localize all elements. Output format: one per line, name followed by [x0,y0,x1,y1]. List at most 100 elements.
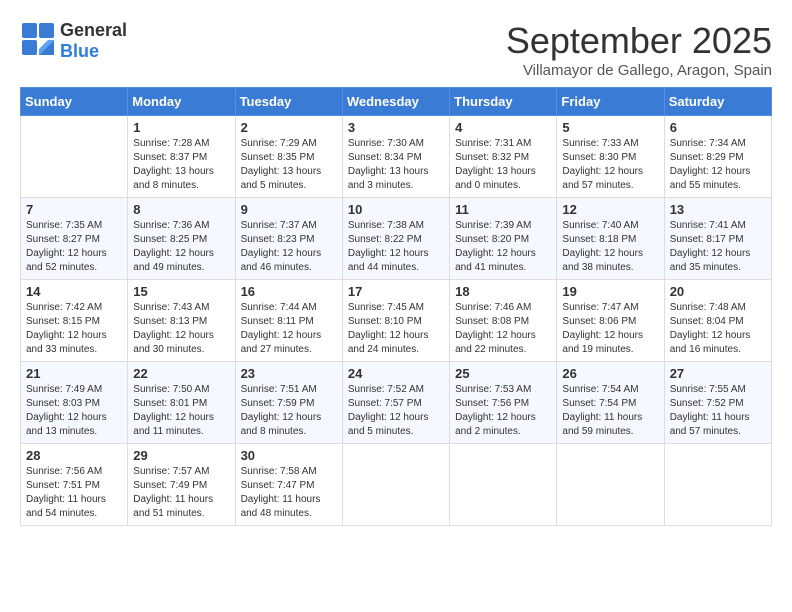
day-info: Sunrise: 7:57 AMSunset: 7:49 PMDaylight:… [133,465,229,521]
day-number: 18 [455,284,551,299]
logo-graphic [20,21,56,62]
day-info: Sunrise: 7:50 AMSunset: 8:01 PMDaylight:… [133,383,229,439]
calendar-cell: 10 Sunrise: 7:38 AMSunset: 8:22 PMDayligh… [342,198,449,280]
day-number: 16 [241,284,337,299]
day-number: 5 [562,120,658,135]
day-info: Sunrise: 7:40 AMSunset: 8:18 PMDaylight:… [562,219,658,275]
day-number: 27 [670,366,766,381]
day-number: 19 [562,284,658,299]
weekday-header-row: SundayMondayTuesdayWednesdayThursdayFrid… [21,88,772,116]
weekday-header-tuesday: Tuesday [235,88,342,116]
calendar-week-row: 14 Sunrise: 7:42 AMSunset: 8:15 PMDayligh… [21,280,772,362]
calendar-cell: 11 Sunrise: 7:39 AMSunset: 8:20 PMDayligh… [450,198,557,280]
day-info: Sunrise: 7:34 AMSunset: 8:29 PMDaylight:… [670,137,766,193]
weekday-header-saturday: Saturday [664,88,771,116]
calendar-cell: 5 Sunrise: 7:33 AMSunset: 8:30 PMDaylight… [557,116,664,198]
day-number: 23 [241,366,337,381]
calendar-week-row: 28Sunrise: 7:56 AMSunset: 7:51 PMDayligh… [21,444,772,526]
day-number: 22 [133,366,229,381]
calendar-week-row: 21Sunrise: 7:49 AMSunset: 8:03 PMDayligh… [21,362,772,444]
day-number: 6 [670,120,766,135]
calendar-cell [664,444,771,526]
calendar-cell: 27 Sunrise: 7:55 AMSunset: 7:52 PMDayligh… [664,362,771,444]
calendar-cell: 7 Sunrise: 7:35 AMSunset: 8:27 PMDaylight… [21,198,128,280]
day-number: 3 [348,120,444,135]
day-info: Sunrise: 7:31 AMSunset: 8:32 PMDaylight:… [455,137,551,193]
day-info: Sunrise: 7:42 AMSunset: 8:15 PMDaylight:… [26,301,122,357]
day-number: 15 [133,284,229,299]
day-info: Sunrise: 7:58 AMSunset: 7:47 PMDaylight:… [241,465,337,521]
calendar-cell: 1 Sunrise: 7:28 AMSunset: 8:37 PMDaylight… [128,116,235,198]
calendar-cell: 14 Sunrise: 7:42 AMSunset: 8:15 PMDayligh… [21,280,128,362]
day-info: Sunrise: 7:49 AMSunset: 8:03 PMDaylight:… [26,383,122,439]
day-info: Sunrise: 7:41 AMSunset: 8:17 PMDaylight:… [670,219,766,275]
calendar-cell: 17 Sunrise: 7:45 AMSunset: 8:10 PMDayligh… [342,280,449,362]
day-info: Sunrise: 7:48 AMSunset: 8:04 PMDaylight:… [670,301,766,357]
logo: General Blue [20,20,127,62]
day-number: 26 [562,366,658,381]
day-number: 9 [241,202,337,217]
day-number: 7 [26,202,122,217]
calendar-cell: 30Sunrise: 7:58 AMSunset: 7:47 PMDayligh… [235,444,342,526]
calendar-cell: 12Sunrise: 7:40 AMSunset: 8:18 PMDayligh… [557,198,664,280]
day-number: 14 [26,284,122,299]
day-info: Sunrise: 7:28 AMSunset: 8:37 PMDaylight:… [133,137,229,193]
day-info: Sunrise: 7:38 AMSunset: 8:22 PMDaylight:… [348,219,444,275]
day-info: Sunrise: 7:52 AMSunset: 7:57 PMDaylight:… [348,383,444,439]
calendar-cell [557,444,664,526]
calendar-cell: 16Sunrise: 7:44 AMSunset: 8:11 PMDayligh… [235,280,342,362]
calendar-cell: 19Sunrise: 7:47 AMSunset: 8:06 PMDayligh… [557,280,664,362]
day-number: 1 [133,120,229,135]
location-subtitle: Villamayor de Gallego, Aragon, Spain [506,62,772,79]
day-info: Sunrise: 7:33 AMSunset: 8:30 PMDaylight:… [562,137,658,193]
day-info: Sunrise: 7:43 AMSunset: 8:13 PMDaylight:… [133,301,229,357]
day-info: Sunrise: 7:36 AMSunset: 8:25 PMDaylight:… [133,219,229,275]
day-number: 29 [133,448,229,463]
calendar-cell: 28Sunrise: 7:56 AMSunset: 7:51 PMDayligh… [21,444,128,526]
day-info: Sunrise: 7:51 AMSunset: 7:59 PMDaylight:… [241,383,337,439]
calendar-cell [342,444,449,526]
day-number: 25 [455,366,551,381]
logo-blue: Blue [60,41,99,61]
weekday-header-sunday: Sunday [21,88,128,116]
weekday-header-thursday: Thursday [450,88,557,116]
calendar-cell: 8Sunrise: 7:36 AMSunset: 8:25 PMDaylight… [128,198,235,280]
calendar-cell: 4 Sunrise: 7:31 AMSunset: 8:32 PMDaylight… [450,116,557,198]
calendar-cell [21,116,128,198]
calendar-cell: 20 Sunrise: 7:48 AMSunset: 8:04 PMDayligh… [664,280,771,362]
calendar-cell [450,444,557,526]
calendar-cell: 29 Sunrise: 7:57 AMSunset: 7:49 PMDayligh… [128,444,235,526]
day-number: 17 [348,284,444,299]
day-info: Sunrise: 7:30 AMSunset: 8:34 PMDaylight:… [348,137,444,193]
calendar-cell: 18 Sunrise: 7:46 AMSunset: 8:08 PMDayligh… [450,280,557,362]
day-info: Sunrise: 7:54 AMSunset: 7:54 PMDaylight:… [562,383,658,439]
calendar-cell: 22 Sunrise: 7:50 AMSunset: 8:01 PMDayligh… [128,362,235,444]
day-number: 11 [455,202,551,217]
calendar-cell: 2 Sunrise: 7:29 AMSunset: 8:35 PMDaylight… [235,116,342,198]
calendar-week-row: 1 Sunrise: 7:28 AMSunset: 8:37 PMDaylight… [21,116,772,198]
day-number: 28 [26,448,122,463]
logo-general: General [60,20,127,40]
day-info: Sunrise: 7:35 AMSunset: 8:27 PMDaylight:… [26,219,122,275]
weekday-header-monday: Monday [128,88,235,116]
calendar-cell: 24Sunrise: 7:52 AMSunset: 7:57 PMDayligh… [342,362,449,444]
calendar-cell: 21Sunrise: 7:49 AMSunset: 8:03 PMDayligh… [21,362,128,444]
day-number: 10 [348,202,444,217]
calendar-cell: 3 Sunrise: 7:30 AMSunset: 8:34 PMDaylight… [342,116,449,198]
day-info: Sunrise: 7:45 AMSunset: 8:10 PMDaylight:… [348,301,444,357]
weekday-header-friday: Friday [557,88,664,116]
page-header: General Blue September 2025 Villamayor d… [20,20,772,79]
calendar-cell: 25Sunrise: 7:53 AMSunset: 7:56 PMDayligh… [450,362,557,444]
calendar-cell: 26 Sunrise: 7:54 AMSunset: 7:54 PMDayligh… [557,362,664,444]
day-info: Sunrise: 7:29 AMSunset: 8:35 PMDaylight:… [241,137,337,193]
day-info: Sunrise: 7:46 AMSunset: 8:08 PMDaylight:… [455,301,551,357]
day-info: Sunrise: 7:55 AMSunset: 7:52 PMDaylight:… [670,383,766,439]
day-info: Sunrise: 7:39 AMSunset: 8:20 PMDaylight:… [455,219,551,275]
calendar-table: SundayMondayTuesdayWednesdayThursdayFrid… [20,87,772,526]
weekday-header-wednesday: Wednesday [342,88,449,116]
day-number: 4 [455,120,551,135]
day-number: 13 [670,202,766,217]
calendar-cell: 6 Sunrise: 7:34 AMSunset: 8:29 PMDaylight… [664,116,771,198]
day-number: 2 [241,120,337,135]
day-number: 20 [670,284,766,299]
